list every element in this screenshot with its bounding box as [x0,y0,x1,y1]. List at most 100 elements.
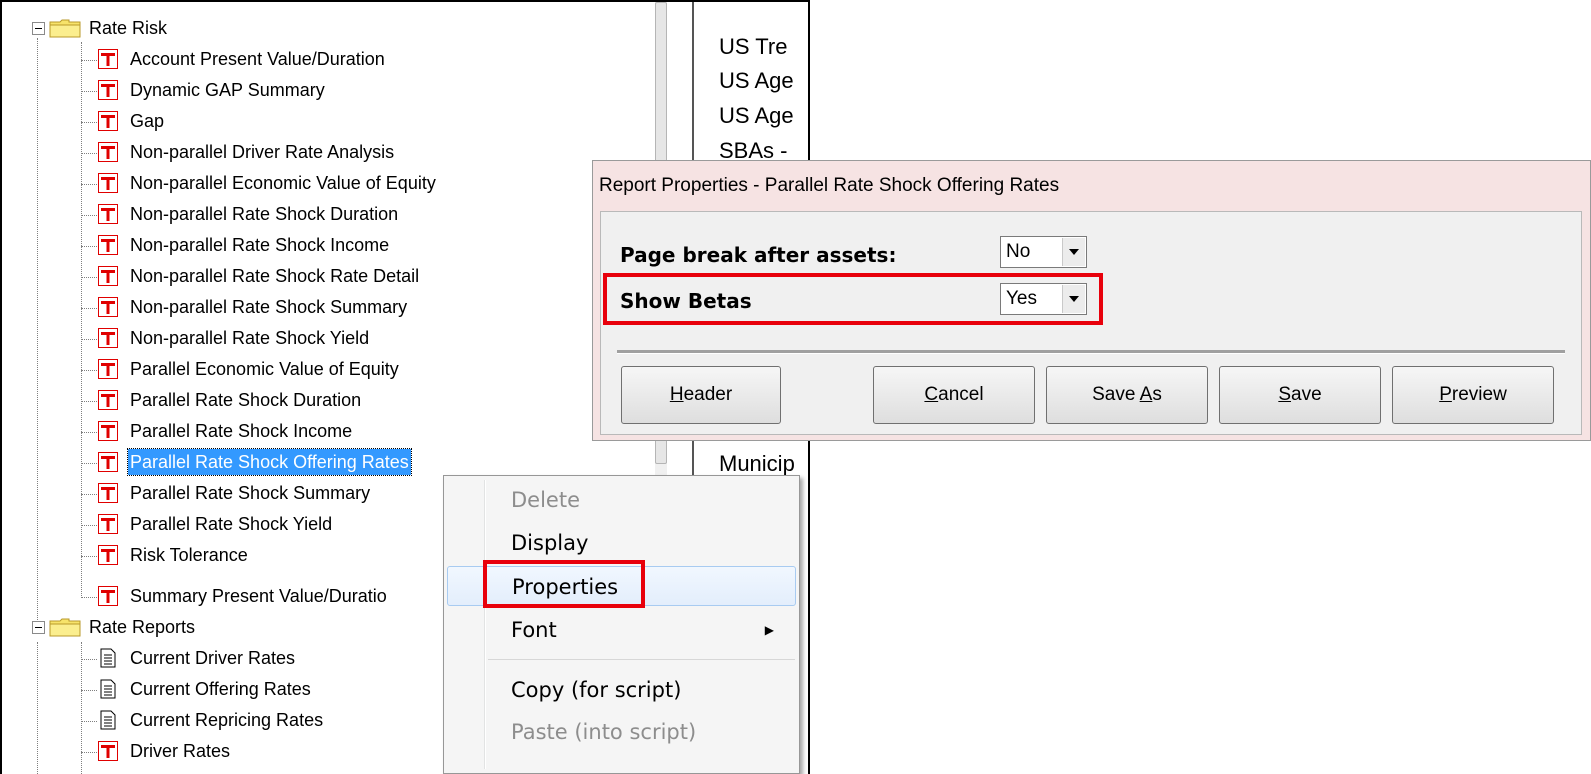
tree-item[interactable]: Non-parallel Rate Shock Summary [98,292,409,322]
save-as-button[interactable]: Save As [1046,366,1208,424]
tree-item[interactable]: Gap [98,106,166,136]
tree-connector [81,42,82,598]
document-icon [100,710,116,730]
report-icon [98,235,118,255]
tree-item[interactable]: Current Offering Rates [98,674,313,704]
tree-item-label: Non-parallel Rate Shock Yield [130,328,370,348]
menu-item-display[interactable]: Display [447,523,796,563]
tree-item[interactable]: Parallel Rate Shock Income [98,416,354,446]
tree-item[interactable]: Non-parallel Rate Shock Income [98,230,391,260]
preview-button[interactable]: Preview [1392,366,1554,424]
tree-item[interactable]: Dynamic GAP Summary [98,75,327,105]
tree-item-label: Dynamic GAP Summary [130,80,325,100]
list-item[interactable]: Municip [719,451,795,477]
list-item[interactable]: US Age [719,103,794,129]
collapse-icon[interactable] [32,620,45,634]
tree-folder-rate-risk[interactable]: Rate Risk [32,13,169,43]
dropdown-arrow-icon[interactable] [1062,285,1085,313]
tree-item[interactable]: Current Repricing Rates [98,705,325,735]
collapse-icon[interactable] [32,21,45,35]
tree-item[interactable]: Account Present Value/Duration [98,44,387,74]
report-icon [98,483,118,503]
tree-item[interactable]: Non-parallel Rate Shock Yield [98,323,371,353]
tree-item-label: Non-parallel Rate Shock Rate Detail [130,266,420,286]
dropdown-arrow-icon[interactable] [1062,238,1085,266]
tree-item-label: Gap [130,111,165,131]
report-icon [98,173,118,193]
page-break-value: No [1006,241,1031,262]
menu-separator [488,659,795,660]
header-button[interactable]: Header [621,366,781,424]
dialog-divider [617,350,1565,354]
tree-item[interactable]: Summary Present Value/Duratio [98,581,389,611]
menu-item-copy-for-script[interactable]: Copy (for script) [447,670,796,710]
tree-connector [37,38,38,628]
tree-item[interactable]: Parallel Rate Shock Summary [98,478,372,508]
dialog-body: Page break after assets: No Show Betas Y… [600,211,1582,435]
tree-item-label: Current Driver Rates [130,648,296,668]
report-icon [98,297,118,317]
page-break-select[interactable]: No [1000,236,1087,268]
tree-item-label: Non-parallel Economic Value of Equity [130,173,436,193]
document-icon [100,648,116,668]
tree-item[interactable]: Non-parallel Economic Value of Equity [98,168,438,198]
menu-item-delete[interactable]: Delete [447,480,796,520]
tree-folder-rate-reports[interactable]: Rate Reports [32,612,197,642]
tree-folder-label: Rate Reports [89,617,196,637]
tree-item[interactable]: Non-parallel Rate Shock Duration [98,199,400,229]
report-icon [98,741,118,761]
tree-item-label: Non-parallel Rate Shock Summary [130,297,408,317]
report-icon [98,328,118,348]
document-icon [100,679,116,699]
tree-item[interactable]: Risk Tolerance [98,540,250,570]
report-icon [98,204,118,224]
list-item[interactable]: US Tre [719,34,787,60]
tree-item-label: Summary Present Value/Duratio [130,586,387,606]
tree-item[interactable]: Non-parallel Driver Rate Analysis [98,137,396,167]
menu-item-properties[interactable]: Properties [447,566,796,606]
report-icon [98,266,118,286]
list-item[interactable]: US Age [719,68,794,94]
report-icon [98,49,118,69]
tree-folder-label: Rate Risk [89,18,168,38]
tree-connector [81,642,82,774]
submenu-arrow-icon: ▶ [764,623,774,637]
report-icon [98,514,118,534]
tree-item-label: Parallel Rate Shock Offering Rates [127,448,412,476]
menu-item-font[interactable]: Font ▶ [447,610,796,650]
folder-icon [49,618,81,637]
tree-item-label: Risk Tolerance [130,545,248,565]
context-menu: Delete Display Properties Font ▶ Copy (f… [443,475,800,774]
report-icon [98,359,118,379]
tree-item-label: Non-parallel Rate Shock Duration [130,204,399,224]
save-button[interactable]: Save [1219,366,1381,424]
show-betas-label: Show Betas [620,289,752,313]
report-icon [98,80,118,100]
menu-item-paste-into-script[interactable]: Paste (into script) [447,712,796,752]
cancel-button[interactable]: Cancel [873,366,1035,424]
menu-item-font-label: Font [511,618,557,642]
tree-item[interactable]: Driver Rates [98,736,232,766]
tree-item[interactable]: Parallel Economic Value of Equity [98,354,401,384]
report-icon [98,111,118,131]
tree-item-label: Current Offering Rates [130,679,311,699]
tree-item-selected[interactable]: Parallel Rate Shock Offering Rates [98,447,412,477]
tree-item-label: Driver Rates [130,741,231,761]
tree-item-label: Non-parallel Driver Rate Analysis [130,142,395,162]
page-break-label: Page break after assets: [620,243,897,267]
report-icon [98,452,118,472]
tree-item[interactable]: Non-parallel Rate Shock Rate Detail [98,261,421,291]
tree-item-label: Parallel Rate Shock Income [130,421,353,441]
tree-item[interactable]: Parallel Rate Shock Duration [98,385,363,415]
tree-item-label: Parallel Rate Shock Duration [130,390,362,410]
tree-item[interactable]: Current Driver Rates [98,643,297,673]
report-icon [98,545,118,565]
folder-icon [49,19,81,38]
report-icon [98,421,118,441]
dialog-title: Report Properties - Parallel Rate Shock … [599,175,1060,196]
report-properties-dialog: Report Properties - Parallel Rate Shock … [592,160,1591,441]
report-icon [98,390,118,410]
tree-item[interactable]: Parallel Rate Shock Yield [98,509,334,539]
tree-item-label: Non-parallel Rate Shock Income [130,235,390,255]
show-betas-select[interactable]: Yes [1000,283,1087,315]
